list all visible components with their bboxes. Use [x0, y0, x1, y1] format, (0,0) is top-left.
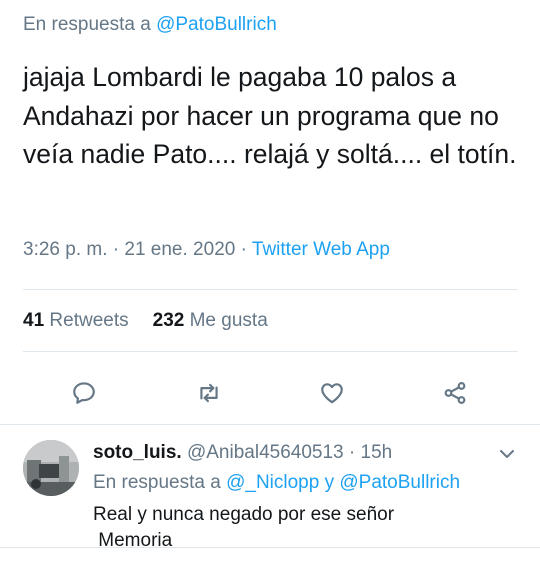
share-icon	[444, 382, 466, 404]
avatar[interactable]	[23, 440, 79, 496]
reply-prefix: En respuesta a	[93, 472, 221, 493]
divider	[23, 289, 518, 290]
tweet-date: 21 ene. 2020	[124, 239, 236, 260]
divider	[0, 547, 540, 548]
likes-label: Me gusta	[189, 310, 268, 331]
reply-icon	[73, 382, 95, 404]
tweet-source-app[interactable]: Twitter Web App	[252, 239, 390, 260]
reply-prefix: En respuesta a	[23, 14, 151, 35]
like-icon	[321, 383, 343, 404]
divider	[0, 424, 540, 425]
retweets-label: Retweets	[49, 310, 129, 331]
tweet-stats: 41 Retweets 232 Me gusta	[23, 310, 268, 332]
retweets-stat[interactable]: 41 Retweets	[23, 310, 129, 331]
tweet-options-button[interactable]	[497, 447, 517, 461]
reply-handles-link[interactable]: @_Niclopp y @PatoBullrich	[226, 472, 460, 493]
retweet-button[interactable]	[194, 378, 224, 408]
reply-time: 15h	[360, 442, 393, 463]
tweet-meta: 3:26 p. m. · 21 ene. 2020 · Twitter Web …	[23, 239, 390, 261]
reply-button[interactable]	[69, 378, 99, 408]
chevron-down-icon	[500, 450, 514, 458]
retweet-icon	[200, 383, 218, 403]
reply-context: En respuesta a @_Niclopp y @PatoBullrich	[93, 472, 460, 494]
meta-separator: ·	[343, 442, 361, 463]
likes-stat[interactable]: 232 Me gusta	[153, 310, 268, 331]
reply-context: En respuesta a @PatoBullrich	[23, 14, 277, 36]
like-button[interactable]	[317, 378, 347, 408]
reply-header: soto_luis. @Anibal45640513 · 15h	[93, 442, 392, 464]
tweet-time: 3:26 p. m.	[23, 239, 108, 260]
reply-display-name[interactable]: soto_luis.	[93, 442, 182, 463]
reply-handle-link[interactable]: @PatoBullrich	[156, 14, 277, 35]
tweet-text: jajaja Lombardi le pagaba 10 palos a And…	[23, 62, 517, 169]
share-button[interactable]	[440, 378, 470, 408]
meta-separator: ·	[235, 239, 252, 260]
retweets-count: 41	[23, 310, 45, 331]
likes-count: 232	[152, 310, 185, 331]
meta-separator: ·	[107, 239, 125, 260]
divider	[23, 351, 518, 352]
reply-user-handle[interactable]: @Anibal45640513	[187, 442, 344, 463]
